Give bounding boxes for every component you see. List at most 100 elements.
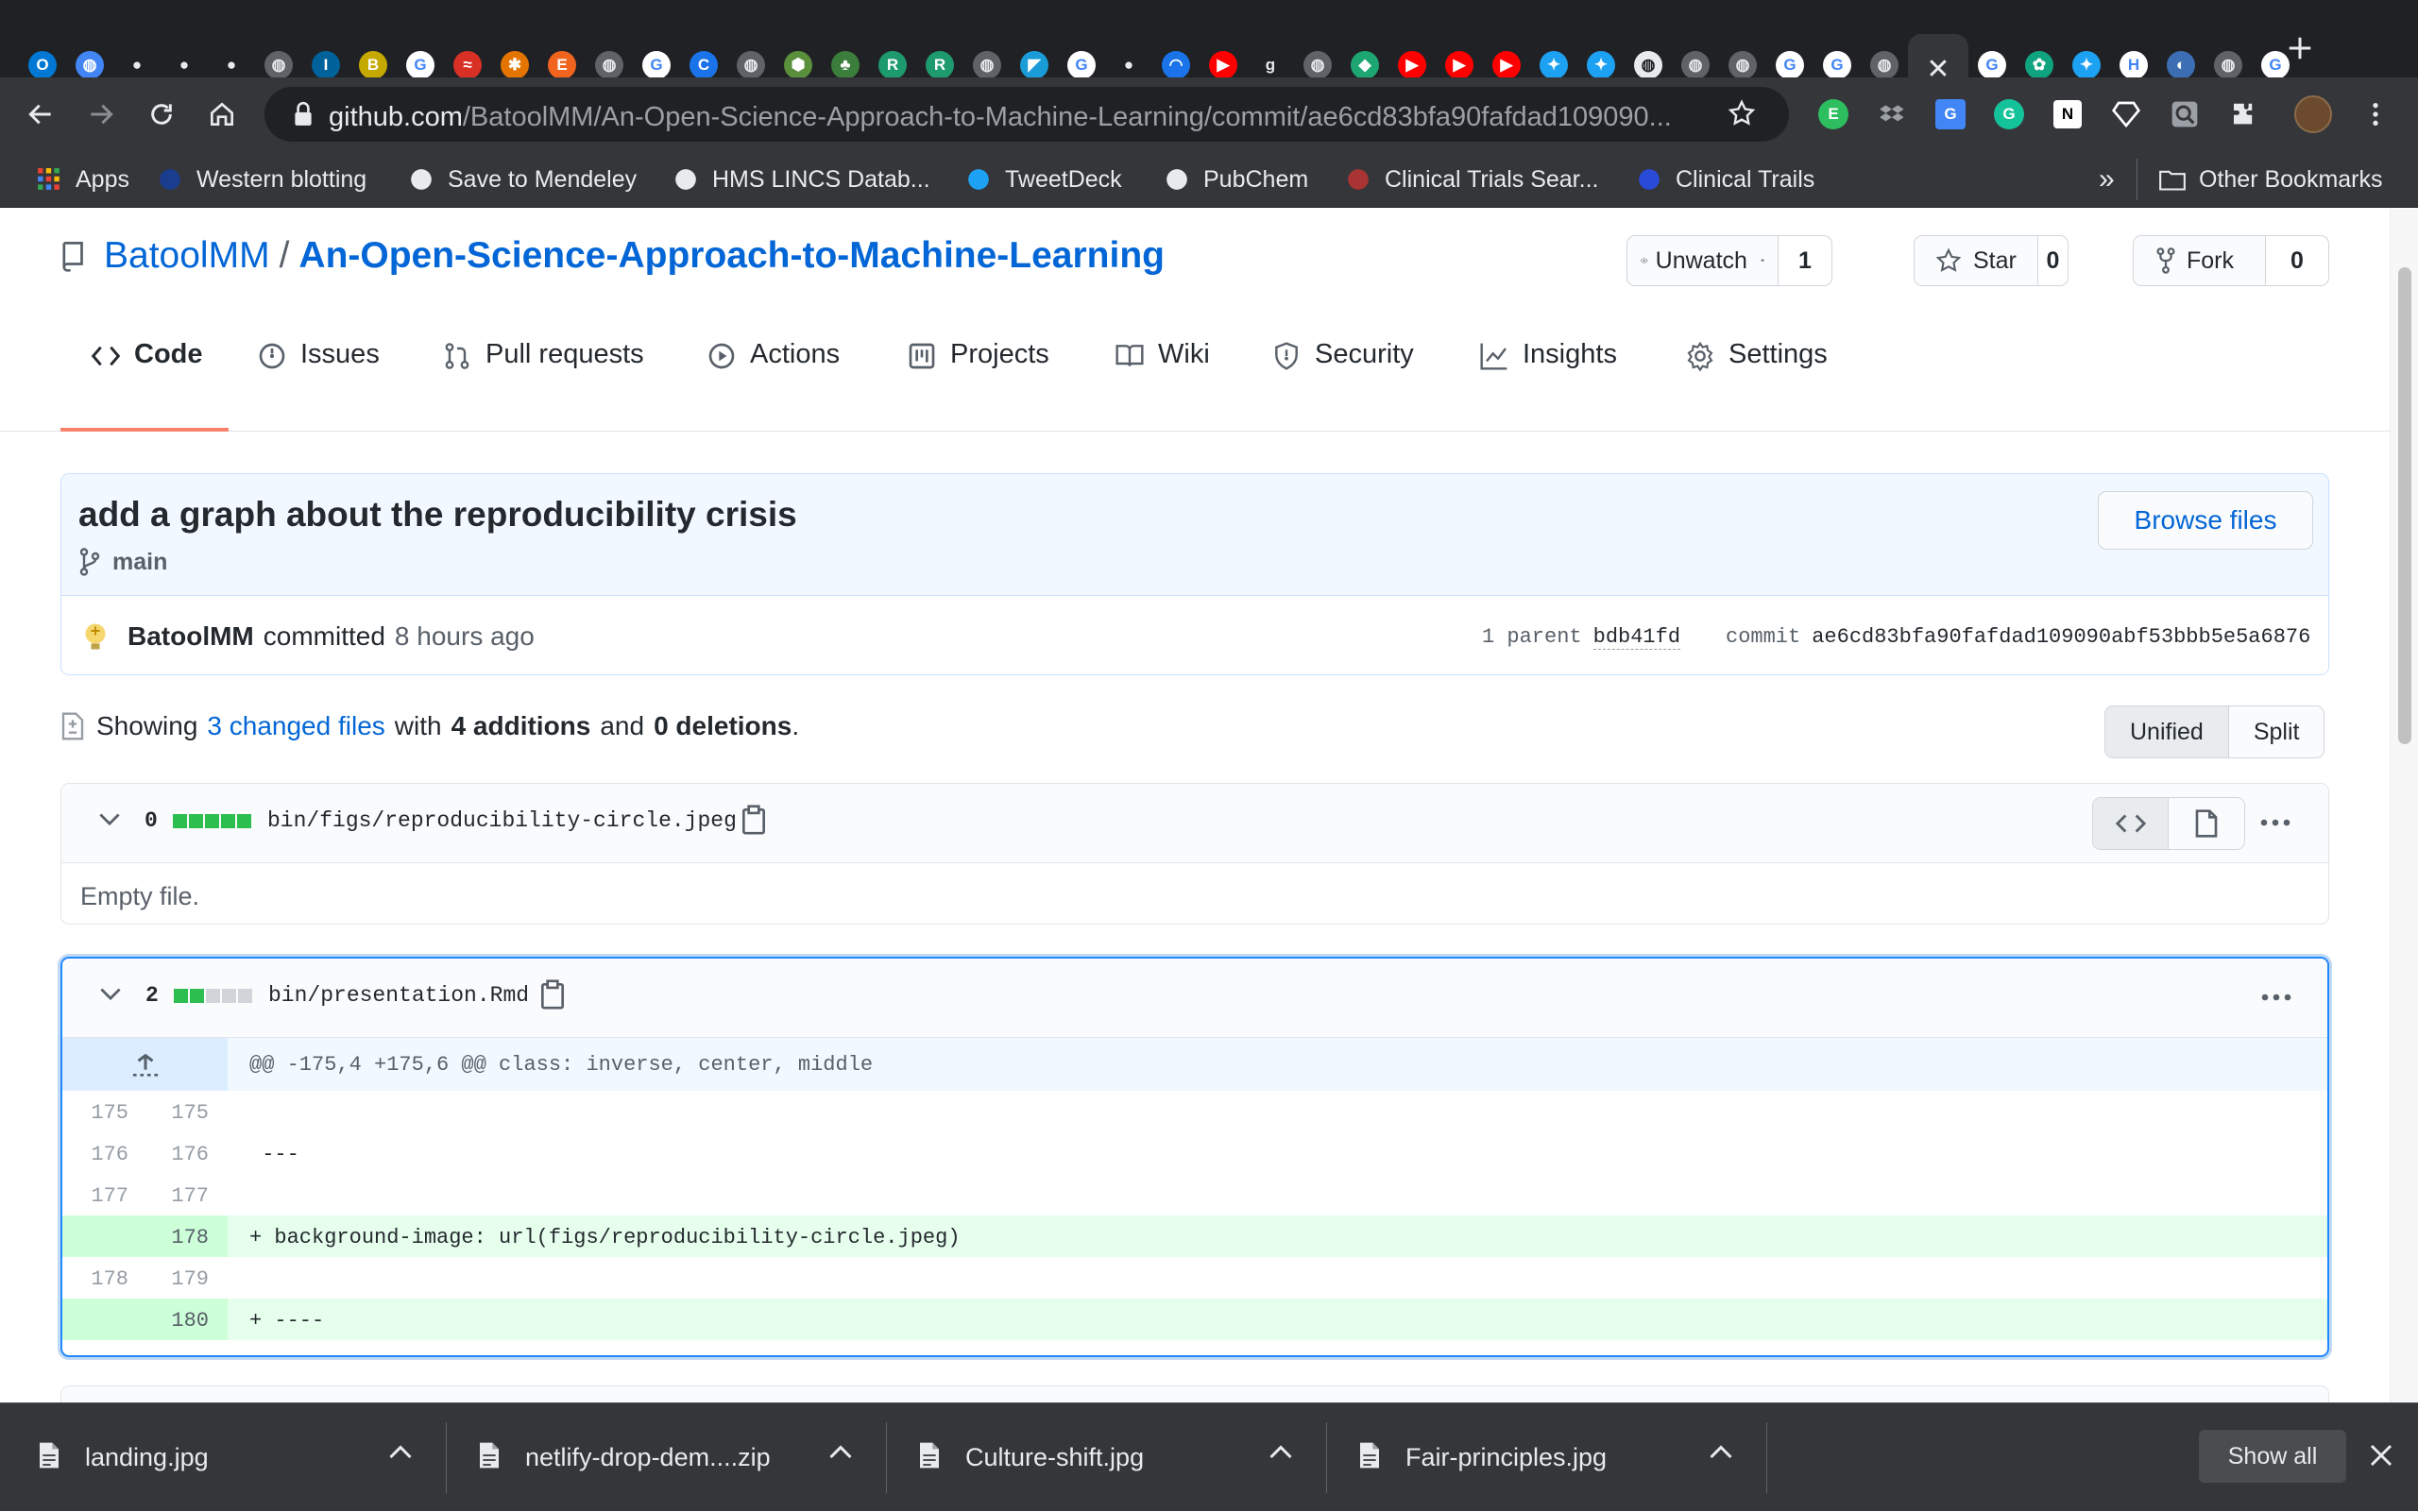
repo-owner-link[interactable]: BatoolMM [104,235,270,277]
bookmark-item[interactable]: TweetDeck [965,162,1122,196]
kebab-menu-icon[interactable] [2258,808,2292,837]
new-line-number[interactable]: 179 [143,1267,209,1291]
author-name-link[interactable]: BatoolMM [128,621,254,652]
branch-name: main [112,548,168,575]
show-all-downloads-button[interactable]: Show all [2199,1430,2346,1483]
bookmark-star-icon[interactable] [1727,98,1757,128]
new-tab-button[interactable] [2276,25,2324,72]
new-line-number[interactable]: 176 [143,1143,209,1166]
repo-name-link[interactable]: An-Open-Science-Approach-to-Machine-Lear… [298,235,1165,277]
chevron-down-icon[interactable] [99,812,120,827]
profile-avatar-icon[interactable] [2293,94,2333,134]
diffstat-added-block [237,814,251,828]
bookmark-item[interactable]: Clinical Trails [1636,162,1814,196]
reload-button[interactable] [140,93,183,136]
chevron-up-icon[interactable] [1269,1444,1292,1464]
file-path[interactable]: bin/figs/reproducibility-circle.jpeg [267,808,737,833]
chevron-down-icon[interactable] [100,987,121,1002]
old-line-number[interactable]: 178 [62,1267,128,1291]
tab-security[interactable]: Security [1271,339,1414,432]
tab-settings[interactable]: Settings [1685,339,1828,432]
new-line-number[interactable]: 177 [143,1184,209,1208]
file-change-count: 0 [145,808,158,833]
download-item[interactable]: landing.jpg [38,1403,434,1512]
tab-projects[interactable]: Projects [907,339,1049,432]
kebab-menu-icon[interactable] [2259,983,2293,1011]
google-translate-extension-icon[interactable]: G [1931,94,1970,134]
tab-insights[interactable]: Insights [1479,339,1617,432]
bookmarks-bar: Apps Western blotting Save to Mendeley HMS … [0,151,2418,208]
forward-button[interactable] [79,93,123,136]
old-line-number[interactable]: 176 [62,1143,128,1166]
tab-code[interactable]: Code [60,339,229,432]
expand-up-button[interactable] [62,1038,228,1091]
search-extension-icon[interactable] [2165,94,2205,134]
scrollbar-thumb[interactable] [2398,267,2411,744]
chevron-up-icon[interactable] [389,1444,412,1464]
author-avatar[interactable] [78,620,112,654]
new-line-number[interactable]: 180 [143,1309,209,1333]
apps-grid-icon [36,166,62,193]
evernote-extension-icon[interactable]: E [1814,94,1853,134]
tab-wiki[interactable]: Wiki [1115,339,1210,432]
home-button[interactable] [200,93,244,136]
diffstat-added-block [174,989,188,1003]
unified-view-button[interactable]: Unified [2105,706,2229,757]
chevron-up-icon[interactable] [1710,1444,1732,1464]
clipboard-icon[interactable] [741,805,766,835]
new-line-number[interactable]: 178 [143,1226,209,1249]
tab-issues[interactable]: Issues [257,339,380,432]
back-button[interactable] [19,93,62,136]
globe-icon: ◍ [595,51,623,79]
url-path: /BatoolMM/An-Open-Science-Approach-to-Ma… [462,102,1672,132]
google-icon: G [1823,51,1851,79]
parent-sha-link[interactable]: bdb41fd [1592,625,1681,650]
browser-menu-icon[interactable] [2356,94,2395,134]
tab-label: Settings [1728,339,1828,369]
tab-pull-requests[interactable]: Pull requests [442,339,644,432]
new-line-number[interactable]: 175 [143,1101,209,1125]
split-view-button[interactable]: Split [2228,706,2324,757]
file-path[interactable]: bin/presentation.Rmd [268,983,529,1008]
grammarly-extension-icon[interactable]: G [1989,94,2029,134]
notion-extension-icon[interactable]: N [2048,94,2087,134]
twitter-icon: ✦ [2072,51,2101,79]
watchers-count[interactable]: 1 [1779,236,1831,285]
download-item[interactable]: Culture-shift.jpg [918,1403,1315,1512]
forks-count[interactable]: 0 [2266,236,2328,285]
bookmark-item[interactable]: Save to Mendeley [408,162,637,196]
diamond-extension-icon[interactable] [2106,94,2146,134]
github-icon: ● [170,51,198,79]
browse-files-button[interactable]: Browse files [2098,491,2313,550]
clipboard-icon[interactable] [540,979,565,1010]
bookmark-item[interactable]: Apps [36,162,129,196]
bookmark-item[interactable]: Western blotting [157,162,366,196]
bookmark-item[interactable]: HMS LINCS Datab... [673,162,930,196]
changed-files-link[interactable]: 3 changed files [207,711,384,741]
caret-down-icon [1760,259,1764,263]
unwatch-button[interactable]: Unwatch [1627,236,1779,285]
old-line-number[interactable]: 175 [62,1101,128,1125]
bookmark-item[interactable]: Clinical Trials Sear... [1345,162,1598,196]
view-source-button[interactable] [2093,798,2169,849]
extensions-puzzle-icon[interactable] [2223,94,2263,134]
code-icon [2115,814,2146,833]
address-bar[interactable]: github.com/BatoolMM/An-Open-Science-Appr… [264,87,1789,142]
fork-button[interactable]: Fork [2134,236,2266,285]
page-scrollbar[interactable] [2390,209,2418,1402]
close-icon[interactable] [2367,1441,2395,1470]
view-rich-button[interactable] [2169,798,2244,849]
star-button[interactable]: Star [1915,236,2038,285]
stargazers-count[interactable]: 0 [2037,236,2068,285]
download-item[interactable]: Fair-principles.jpg [1358,1403,1755,1512]
old-line-number[interactable]: 177 [62,1184,128,1208]
bookmarks-overflow-button[interactable]: » [2099,162,2115,196]
other-bookmarks[interactable]: Other Bookmarks [2159,162,2383,196]
commit-branch[interactable]: main [78,548,167,576]
commit-sha-value: ae6cd83bfa90fafdad109090abf53bbb5e5a6876 [1812,625,2311,649]
download-item[interactable]: netlify-drop-dem....zip [478,1403,875,1512]
tab-actions[interactable]: Actions [707,339,840,432]
chevron-up-icon[interactable] [829,1444,852,1464]
dropbox-extension-icon[interactable] [1872,94,1912,134]
bookmark-item[interactable]: PubChem [1164,162,1308,196]
